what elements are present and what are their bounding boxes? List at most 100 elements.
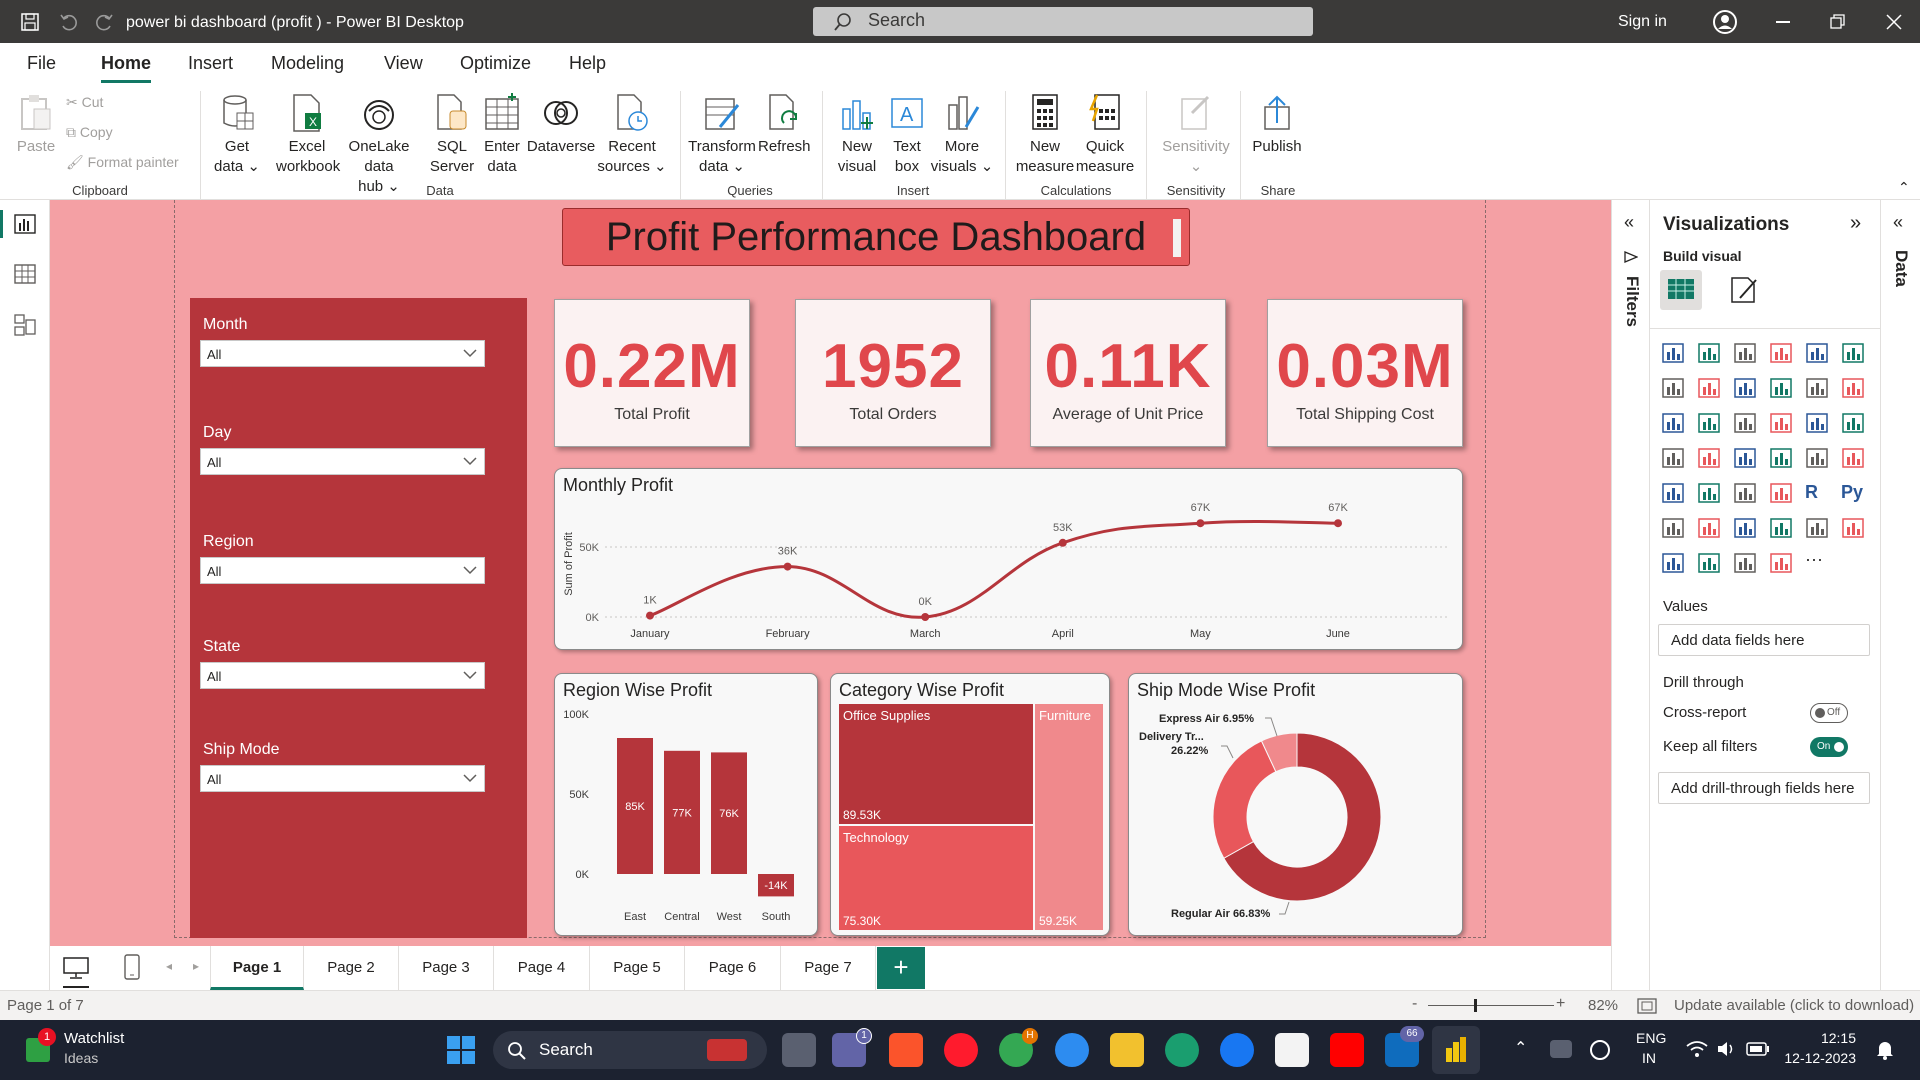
scroll-tabs-right-icon[interactable]: ▸: [193, 959, 199, 973]
account-icon[interactable]: [1712, 9, 1738, 35]
filters-pane-collapsed[interactable]: « Filters: [1611, 200, 1649, 990]
100-bar-icon[interactable]: [1805, 342, 1829, 364]
zoom-slider[interactable]: [1428, 1005, 1554, 1006]
qa-icon[interactable]: [1733, 517, 1757, 539]
cut-button[interactable]: ✂ Cut: [66, 92, 103, 112]
enter-data-button[interactable]: Enter data: [478, 93, 526, 177]
facebook-icon[interactable]: [1220, 1033, 1254, 1067]
power-apps-icon[interactable]: [1661, 552, 1685, 574]
slicer-icon[interactable]: [1697, 482, 1721, 504]
format-visual-tab[interactable]: [1728, 274, 1760, 306]
publish-button[interactable]: Publish: [1248, 93, 1306, 157]
line-chart-icon[interactable]: [1661, 377, 1685, 399]
region-indicator[interactable]: IN: [1642, 1050, 1656, 1066]
key-influencers-icon[interactable]: [1661, 517, 1685, 539]
page-tab-7[interactable]: Page 7: [781, 946, 876, 990]
get-data-button[interactable]: Get data ⌄: [212, 93, 262, 177]
widget-title[interactable]: Watchlist: [64, 1030, 124, 1047]
update-available-link[interactable]: Update available (click to download): [1674, 997, 1914, 1014]
model-view-icon[interactable]: [14, 314, 36, 336]
more-visuals-button[interactable]: More visuals ⌄: [930, 93, 994, 177]
card-icon[interactable]: [1805, 447, 1829, 469]
filters-tab-label[interactable]: Filters: [1622, 276, 1642, 327]
desktop-layout-icon[interactable]: [63, 956, 89, 980]
kpi-card-total-profit[interactable]: 0.22M Total Profit: [554, 299, 750, 447]
brave-icon[interactable]: [889, 1033, 923, 1067]
donut-icon[interactable]: [1805, 412, 1829, 434]
sign-in-link[interactable]: Sign in: [1618, 13, 1667, 31]
close-button[interactable]: [1886, 14, 1902, 30]
youtube-icon[interactable]: [1330, 1033, 1364, 1067]
transform-data-button[interactable]: Transform data ⌄: [686, 93, 758, 177]
collapse-visualizations-icon[interactable]: »: [1850, 212, 1861, 235]
redo-icon[interactable]: [95, 12, 115, 32]
fit-to-page-icon[interactable]: [1637, 998, 1657, 1014]
monthly-profit-chart[interactable]: Monthly Profit Sum of Profit 50K 0K 1K Janu…: [554, 468, 1463, 650]
clustered-column-icon[interactable]: [1769, 342, 1793, 364]
table-icon[interactable]: [1733, 482, 1757, 504]
mobile-layout-icon[interactable]: [124, 954, 140, 980]
recent-sources-button[interactable]: Recent sources ⌄: [596, 93, 668, 177]
arcgis-icon[interactable]: [1733, 552, 1757, 574]
table-view-icon[interactable]: [14, 264, 36, 284]
scroll-tabs-left-icon[interactable]: ◂: [166, 959, 172, 973]
restore-button[interactable]: [1830, 14, 1846, 30]
language-indicator[interactable]: ENG: [1636, 1030, 1666, 1046]
paginated-report-icon[interactable]: [1841, 517, 1865, 539]
volume-icon[interactable]: [1716, 1040, 1736, 1058]
region-wise-profit-chart[interactable]: Region Wise Profit 100K 50K 0K 85K East 77K Ce…: [554, 673, 818, 936]
line-column-icon[interactable]: [1769, 377, 1793, 399]
drill-through-well[interactable]: Add drill-through fields here: [1658, 772, 1870, 804]
task-view-icon[interactable]: [782, 1033, 816, 1067]
report-view-icon[interactable]: [14, 214, 36, 234]
kpi-card-total-orders[interactable]: 1952 Total Orders: [795, 299, 991, 447]
treemap-tile-technology[interactable]: Technology 75.30K: [839, 826, 1035, 930]
store-icon[interactable]: [1275, 1033, 1309, 1067]
smart-narrative-icon[interactable]: [1769, 517, 1793, 539]
build-visual-tab[interactable]: [1660, 270, 1702, 310]
page-tab-5[interactable]: Page 5: [590, 946, 685, 990]
data-pane-collapsed[interactable]: « Data: [1880, 200, 1920, 990]
decomposition-tree-icon[interactable]: [1697, 517, 1721, 539]
page-tab-6[interactable]: Page 6: [685, 946, 781, 990]
menu-modeling[interactable]: Modeling: [271, 53, 344, 74]
category-wise-profit-chart[interactable]: Category Wise Profit Office Supplies 89.…: [830, 673, 1110, 936]
pie-icon[interactable]: [1769, 412, 1793, 434]
quick-measure-button[interactable]: Quick measure: [1074, 93, 1136, 177]
matrix-icon[interactable]: [1769, 482, 1793, 504]
menu-view[interactable]: View: [384, 53, 423, 74]
new-measure-button[interactable]: New measure: [1014, 93, 1076, 177]
paste-button[interactable]: Paste: [14, 93, 58, 157]
copy-button[interactable]: ⧉ Copy: [66, 122, 113, 142]
tray-app-icon[interactable]: [1550, 1040, 1572, 1058]
filled-map-icon[interactable]: [1697, 447, 1721, 469]
slicer-month-dropdown[interactable]: All: [200, 340, 485, 367]
clustered-bar-icon[interactable]: [1733, 342, 1757, 364]
custom-visual-icon[interactable]: [1769, 552, 1793, 574]
stacked-area-icon[interactable]: [1733, 377, 1757, 399]
notifications-icon[interactable]: [1876, 1040, 1894, 1060]
start-button[interactable]: [447, 1036, 475, 1064]
cross-report-toggle[interactable]: Off: [1810, 703, 1848, 723]
goals-icon[interactable]: [1805, 517, 1829, 539]
keep-all-filters-toggle[interactable]: On: [1810, 737, 1848, 757]
page-tab-2[interactable]: Page 2: [304, 946, 399, 990]
sensitivity-button[interactable]: Sensitivity ⌄: [1156, 93, 1236, 177]
format-painter-button[interactable]: 🖌 Format painter: [66, 152, 179, 172]
ship-mode-wise-profit-chart[interactable]: Ship Mode Wise Profit Express Air 6.95% D…: [1128, 673, 1463, 936]
sql-server-button[interactable]: SQL Server: [428, 93, 476, 177]
zoom-out-button[interactable]: -: [1412, 995, 1417, 1013]
onelake-data-hub-button[interactable]: OneLake data hub ⌄: [332, 93, 426, 197]
power-automate-icon[interactable]: [1697, 552, 1721, 574]
menu-optimize[interactable]: Optimize: [460, 53, 531, 74]
menu-help[interactable]: Help: [569, 53, 606, 74]
azure-map-icon[interactable]: [1733, 447, 1757, 469]
kpi-card-average-unit-price[interactable]: 0.11K Average of Unit Price: [1030, 299, 1226, 447]
zoom-slider-thumb[interactable]: [1474, 999, 1477, 1012]
text-box-button[interactable]: A Text box: [884, 93, 930, 177]
kpi-card-total-shipping-cost[interactable]: 0.03M Total Shipping Cost: [1267, 299, 1463, 447]
treemap-icon[interactable]: [1841, 412, 1865, 434]
collapse-ribbon-icon[interactable]: ⌃: [1898, 179, 1910, 196]
funnel-icon[interactable]: [1697, 412, 1721, 434]
dataverse-button[interactable]: Dataverse: [526, 93, 596, 157]
